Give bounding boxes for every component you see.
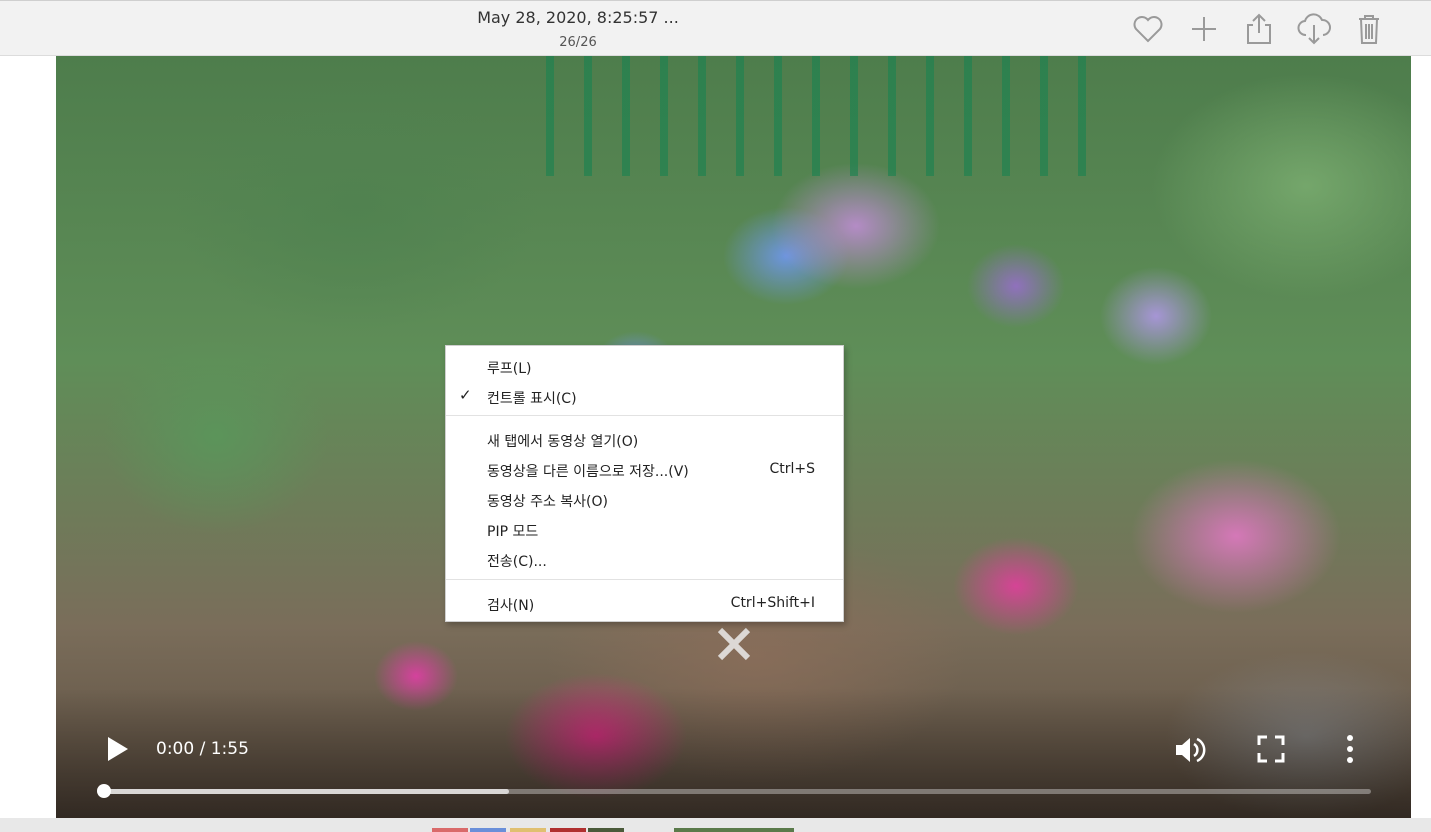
thumbnail[interactable]	[470, 828, 506, 832]
plus-icon	[1192, 17, 1216, 41]
menu-item-shortcut: Ctrl+S	[769, 461, 815, 477]
menu-item-save-video-as[interactable]: 동영상을 다른 이름으로 저장...(V) Ctrl+S	[446, 456, 843, 484]
photo-title: May 28, 2020, 8:25:57 ...	[477, 8, 679, 27]
check-icon: ✓	[459, 386, 472, 404]
add-button[interactable]	[1186, 11, 1222, 47]
thumbnail[interactable]	[432, 828, 468, 832]
menu-item-open-in-new-tab[interactable]: 새 탭에서 동영상 열기(O)	[446, 426, 843, 454]
menu-item-label: 새 탭에서 동영상 열기(O)	[487, 434, 639, 450]
delete-button[interactable]	[1351, 11, 1387, 47]
fullscreen-icon	[1257, 735, 1285, 763]
seek-bar-buffered	[103, 789, 509, 794]
more-options-button[interactable]	[1338, 732, 1362, 766]
menu-item-pip-mode[interactable]: PIP 모드	[446, 516, 843, 544]
menu-item-show-controls[interactable]: ✓ 컨트롤 표시(C)	[446, 383, 843, 411]
volume-icon	[1176, 737, 1206, 763]
thumbnail[interactable]	[674, 828, 794, 832]
volume-button[interactable]	[1173, 734, 1207, 766]
thumbnail[interactable]	[510, 828, 546, 832]
trash-icon	[1359, 15, 1379, 44]
menu-item-label: 동영상을 다른 이름으로 저장...(V)	[487, 464, 689, 480]
thumbnail[interactable]	[588, 828, 624, 832]
seek-bar[interactable]	[97, 784, 1371, 798]
menu-item-label: 검사(N)	[487, 598, 535, 614]
menu-item-shortcut: Ctrl+Shift+I	[730, 595, 815, 611]
menu-item-label: 컨트롤 표시(C)	[487, 391, 577, 407]
share-icon	[1247, 13, 1271, 44]
heart-icon	[1133, 16, 1163, 43]
fullscreen-button[interactable]	[1256, 734, 1286, 764]
playback-time: 0:00 / 1:55	[156, 739, 249, 759]
menu-item-copy-video-address[interactable]: 동영상 주소 복사(O)	[446, 486, 843, 514]
controls-gradient	[56, 688, 1411, 818]
close-overlay-icon	[717, 627, 751, 661]
thumbnail-strip	[0, 818, 1431, 832]
favorite-button[interactable]	[1130, 11, 1166, 47]
menu-item-label: 루프(L)	[487, 361, 532, 377]
download-button[interactable]	[1296, 11, 1332, 47]
video-frame-fence	[546, 56, 1106, 176]
download-icon	[1297, 13, 1331, 45]
play-button[interactable]	[102, 734, 132, 764]
menu-item-label: PIP 모드	[487, 524, 539, 540]
share-button[interactable]	[1241, 11, 1277, 47]
menu-item-label: 전송(C)...	[487, 554, 547, 570]
context-menu: 루프(L) ✓ 컨트롤 표시(C) 새 탭에서 동영상 열기(O) 동영상을 다…	[445, 345, 844, 622]
photo-header: May 28, 2020, 8:25:57 ... 26/26	[0, 0, 1431, 56]
menu-separator	[446, 415, 843, 416]
menu-separator	[446, 579, 843, 580]
menu-item-inspect[interactable]: 검사(N) Ctrl+Shift+I	[446, 590, 843, 618]
menu-item-loop[interactable]: 루프(L)	[446, 353, 843, 381]
menu-item-label: 동영상 주소 복사(O)	[487, 494, 609, 510]
photo-counter: 26/26	[559, 35, 597, 50]
menu-item-cast[interactable]: 전송(C)...	[446, 546, 843, 574]
play-icon	[108, 737, 128, 761]
thumbnail[interactable]	[550, 828, 586, 832]
more-vertical-icon	[1347, 735, 1353, 763]
seek-bar-thumb[interactable]	[97, 784, 111, 798]
